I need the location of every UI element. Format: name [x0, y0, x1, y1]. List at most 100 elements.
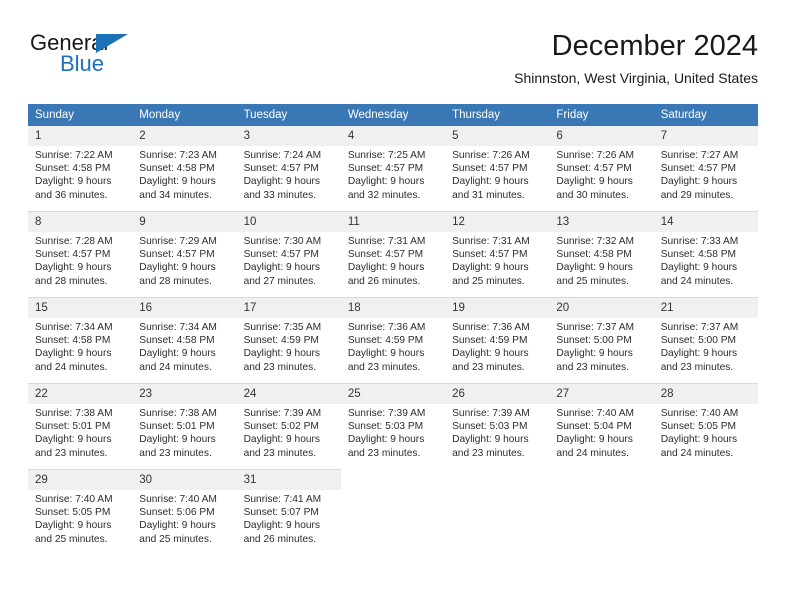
- daylight-duration-line1: Daylight: 9 hours: [556, 434, 633, 446]
- day-number[interactable]: 5: [445, 126, 550, 146]
- daylight-duration-line1: Daylight: 9 hours: [347, 434, 425, 446]
- sunrise-time: Sunrise: 7:38 AM: [139, 408, 217, 419]
- day-number[interactable]: 20: [549, 297, 654, 318]
- day-cell[interactable]: Sunrise: 7:27 AM Sunset: 4:57 PM Daylight:…: [653, 146, 758, 212]
- day-number[interactable]: 13: [549, 211, 654, 232]
- day-number[interactable]: 24: [236, 383, 341, 404]
- sunset-time: Sunset: 4:58 PM: [35, 163, 111, 175]
- day-number[interactable]: 4: [340, 126, 446, 146]
- day-cell[interactable]: Sunrise: 7:41 AM Sunset: 5:07 PM Daylight:…: [236, 490, 341, 555]
- day-number[interactable]: 17: [236, 297, 341, 318]
- day-number[interactable]: 18: [340, 297, 446, 318]
- day-cell[interactable]: Sunrise: 7:35 AM Sunset: 4:59 PM Daylight:…: [236, 318, 341, 384]
- day-cell[interactable]: Sunrise: 7:36 AM Sunset: 4:59 PM Daylight:…: [340, 318, 446, 384]
- daylight-duration-line1: Daylight: 9 hours: [139, 262, 216, 274]
- day-number[interactable]: 31: [236, 469, 341, 490]
- sunset-time: Sunset: 5:00 PM: [556, 335, 632, 347]
- day-cell[interactable]: Sunrise: 7:38 AM Sunset: 5:01 PM Daylight:…: [28, 404, 133, 470]
- day-number[interactable]: 22: [28, 383, 133, 404]
- daylight-duration-line2: and 23 minutes.: [660, 361, 734, 373]
- day-cell[interactable]: Sunrise: 7:34 AM Sunset: 4:58 PM Daylight:…: [28, 318, 133, 384]
- daylight-duration-line2: and 23 minutes.: [556, 361, 629, 373]
- sunset-time: Sunset: 4:57 PM: [452, 163, 528, 175]
- day-cell[interactable]: Sunrise: 7:30 AM Sunset: 4:57 PM Daylight:…: [236, 232, 341, 298]
- day-cell[interactable]: Sunrise: 7:33 AM Sunset: 4:58 PM Daylight:…: [653, 232, 758, 298]
- day-cell[interactable]: Sunrise: 7:26 AM Sunset: 4:57 PM Daylight:…: [445, 146, 550, 212]
- day-cell[interactable]: Sunrise: 7:40 AM Sunset: 5:06 PM Daylight:…: [132, 490, 237, 555]
- day-number[interactable]: 27: [549, 383, 654, 404]
- sunrise-time: Sunrise: 7:36 AM: [347, 322, 426, 333]
- general-blue-logo[interactable]: General Blue: [30, 32, 210, 88]
- day-number[interactable]: 26: [445, 383, 550, 404]
- calendar-page: General Blue December 2024 Shinnston, We…: [0, 0, 792, 612]
- daylight-duration-line1: Daylight: 9 hours: [660, 434, 738, 446]
- sunset-time: Sunset: 4:57 PM: [556, 163, 632, 175]
- daylight-duration-line1: Daylight: 9 hours: [347, 262, 425, 274]
- day-cell[interactable]: Sunrise: 7:24 AM Sunset: 4:57 PM Daylight:…: [236, 146, 341, 212]
- day-number[interactable]: 3: [236, 126, 341, 146]
- day-number[interactable]: 19: [445, 297, 550, 318]
- day-cell[interactable]: Sunrise: 7:40 AM Sunset: 5:04 PM Daylight:…: [549, 404, 654, 470]
- day-cell[interactable]: Sunrise: 7:40 AM Sunset: 5:05 PM Daylight:…: [653, 404, 758, 470]
- daylight-duration-line2: and 25 minutes.: [452, 275, 525, 287]
- day-number[interactable]: 21: [653, 297, 758, 318]
- daylight-duration-line1: Daylight: 9 hours: [556, 262, 633, 274]
- day-number[interactable]: 9: [132, 211, 237, 232]
- day-cell[interactable]: Sunrise: 7:39 AM Sunset: 5:03 PM Daylight:…: [340, 404, 446, 470]
- day-cell[interactable]: Sunrise: 7:26 AM Sunset: 4:57 PM Daylight:…: [549, 146, 654, 212]
- day-cell[interactable]: Sunrise: 7:39 AM Sunset: 5:02 PM Daylight:…: [236, 404, 341, 470]
- day-cell-empty: [653, 490, 758, 555]
- day-number[interactable]: 23: [132, 383, 237, 404]
- daylight-duration-line2: and 29 minutes.: [660, 189, 734, 201]
- day-cell[interactable]: Sunrise: 7:34 AM Sunset: 4:58 PM Daylight:…: [132, 318, 237, 384]
- day-number[interactable]: 16: [132, 297, 237, 318]
- daylight-duration-line2: and 31 minutes.: [452, 189, 525, 201]
- daylight-duration-line2: and 23 minutes.: [452, 447, 525, 459]
- day-number[interactable]: 6: [549, 126, 654, 146]
- day-cell[interactable]: Sunrise: 7:39 AM Sunset: 5:03 PM Daylight:…: [445, 404, 550, 470]
- day-number[interactable]: 30: [132, 469, 237, 490]
- day-number[interactable]: 7: [653, 126, 758, 146]
- day-cell[interactable]: Sunrise: 7:37 AM Sunset: 5:00 PM Daylight:…: [653, 318, 758, 384]
- daylight-duration-line2: and 23 minutes.: [452, 361, 525, 373]
- day-cell[interactable]: Sunrise: 7:32 AM Sunset: 4:58 PM Daylight:…: [549, 232, 654, 298]
- daylight-duration-line2: and 34 minutes.: [139, 189, 212, 201]
- day-number[interactable]: 8: [28, 211, 133, 232]
- daylight-duration-line2: and 24 minutes.: [556, 447, 629, 459]
- day-number[interactable]: 2: [132, 126, 237, 146]
- day-cell[interactable]: Sunrise: 7:28 AM Sunset: 4:57 PM Daylight:…: [28, 232, 133, 298]
- daylight-duration-line1: Daylight: 9 hours: [139, 434, 216, 446]
- day-number[interactable]: 12: [445, 211, 550, 232]
- day-cell[interactable]: Sunrise: 7:31 AM Sunset: 4:57 PM Daylight:…: [445, 232, 550, 298]
- calendar-week-daynumbers: 15 16 17 18 19 20 21: [28, 297, 758, 318]
- day-number[interactable]: 1: [28, 126, 133, 146]
- day-cell[interactable]: Sunrise: 7:23 AM Sunset: 4:58 PM Daylight:…: [132, 146, 237, 212]
- day-cell[interactable]: Sunrise: 7:40 AM Sunset: 5:05 PM Daylight:…: [28, 490, 133, 555]
- day-cell[interactable]: Sunrise: 7:36 AM Sunset: 4:59 PM Daylight:…: [445, 318, 550, 384]
- day-cell[interactable]: Sunrise: 7:22 AM Sunset: 4:58 PM Daylight:…: [28, 146, 133, 212]
- day-number[interactable]: 25: [340, 383, 446, 404]
- sunrise-time: Sunrise: 7:37 AM: [556, 322, 634, 333]
- day-cell[interactable]: Sunrise: 7:29 AM Sunset: 4:57 PM Daylight:…: [132, 232, 237, 298]
- sunset-time: Sunset: 4:58 PM: [139, 163, 215, 175]
- daylight-duration-line2: and 32 minutes.: [347, 189, 421, 201]
- daylight-duration-line2: and 23 minutes.: [347, 361, 421, 373]
- day-cell[interactable]: Sunrise: 7:25 AM Sunset: 4:57 PM Daylight:…: [340, 146, 446, 212]
- sunset-time: Sunset: 4:57 PM: [139, 249, 215, 261]
- day-cell[interactable]: Sunrise: 7:37 AM Sunset: 5:00 PM Daylight:…: [549, 318, 654, 384]
- day-cell[interactable]: Sunrise: 7:31 AM Sunset: 4:57 PM Daylight:…: [340, 232, 446, 298]
- day-number[interactable]: 10: [236, 211, 341, 232]
- sunset-time: Sunset: 5:01 PM: [35, 421, 111, 433]
- day-number[interactable]: 28: [653, 383, 758, 404]
- sunset-time: Sunset: 5:02 PM: [243, 421, 319, 433]
- daylight-duration-line2: and 23 minutes.: [243, 447, 317, 459]
- day-number[interactable]: 29: [28, 469, 133, 490]
- sunset-time: Sunset: 4:59 PM: [452, 335, 528, 347]
- day-cell[interactable]: Sunrise: 7:38 AM Sunset: 5:01 PM Daylight:…: [132, 404, 237, 470]
- day-number[interactable]: 15: [28, 297, 133, 318]
- daylight-duration-line1: Daylight: 9 hours: [243, 520, 321, 532]
- day-number[interactable]: 14: [653, 211, 758, 232]
- sunrise-time: Sunrise: 7:36 AM: [452, 322, 530, 333]
- day-number[interactable]: 11: [340, 211, 446, 232]
- sunrise-time: Sunrise: 7:29 AM: [139, 236, 217, 247]
